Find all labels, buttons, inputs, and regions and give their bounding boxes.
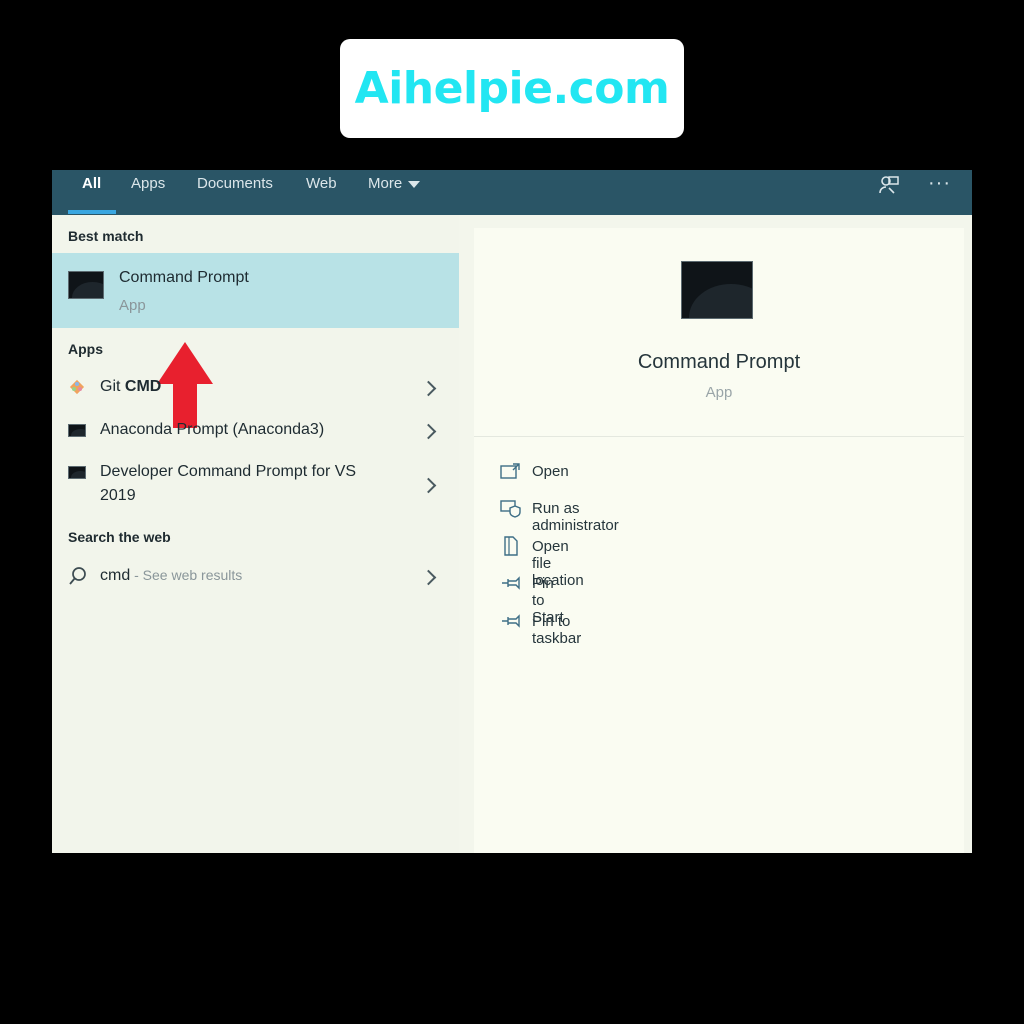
tab-more-label: More — [368, 175, 403, 192]
apps-header: Apps — [68, 341, 103, 357]
pin-icon — [502, 576, 520, 590]
tab-more[interactable]: More — [368, 170, 421, 215]
tab-web[interactable]: Web — [306, 170, 337, 215]
preview-subtitle: App — [705, 384, 733, 401]
pin-icon — [502, 614, 520, 628]
web-query-label: cmd - See web results — [100, 567, 242, 585]
git-cmd-label-bold: CMD — [124, 378, 162, 395]
active-tab-indicator — [68, 210, 116, 214]
more-options-icon[interactable]: ··· — [928, 172, 951, 195]
tab-documents-label: Documents — [197, 175, 273, 192]
caret-down-icon — [408, 180, 421, 188]
best-match-header: Best match — [68, 228, 144, 244]
tab-all[interactable]: All — [82, 170, 101, 215]
git-icon — [69, 379, 85, 395]
terminal-icon — [68, 466, 86, 479]
admin-shield-icon — [500, 500, 521, 518]
tab-apps[interactable]: Apps — [131, 170, 165, 215]
developer-prompt-label-line2: 2019 — [100, 487, 136, 504]
red-arrow-annotation — [157, 342, 213, 428]
search-web-header: Search the web — [68, 529, 171, 545]
git-cmd-label-plain: Git — [100, 378, 125, 395]
feedback-icon[interactable] — [878, 174, 900, 201]
best-match-subtitle: App — [119, 297, 146, 314]
web-results-hint: - See web results — [130, 567, 243, 583]
tab-apps-label: Apps — [131, 175, 166, 192]
action-pin-to-taskbar-label: Pin to taskbar — [532, 613, 582, 647]
tab-web-label: Web — [306, 175, 337, 192]
watermark-text: Aihelpie.com — [354, 63, 670, 114]
best-match-title: Command Prompt — [119, 269, 249, 286]
anaconda-prompt-label: Anaconda Prompt (Anaconda3) — [100, 421, 325, 438]
results-pane: Best match Command Prompt App Apps Git C… — [52, 215, 459, 853]
chevron-right-icon — [420, 423, 437, 440]
git-cmd-label: Git CMD — [100, 378, 161, 396]
web-query-text: cmd — [100, 567, 131, 584]
chevron-right-icon — [420, 380, 437, 397]
chevron-right-icon — [420, 477, 437, 494]
developer-prompt-label-line1: Developer Command Prompt for VS — [100, 463, 357, 480]
tab-all-label: All — [82, 175, 102, 192]
preview-title: Command Prompt — [637, 351, 801, 373]
search-tab-bar: All Apps Documents Web More ··· — [52, 170, 972, 215]
command-prompt-large-icon — [681, 261, 753, 319]
chevron-right-icon — [420, 569, 437, 586]
file-location-icon — [504, 536, 518, 556]
tab-documents[interactable]: Documents — [197, 170, 273, 215]
command-prompt-icon — [68, 271, 104, 299]
search-window: All Apps Documents Web More ··· Best mat… — [52, 170, 972, 853]
action-run-as-administrator-label: Run as administrator — [532, 500, 619, 534]
anaconda-prompt-icon — [68, 424, 86, 437]
action-open-label: Open — [532, 463, 569, 480]
open-icon — [500, 463, 520, 479]
preview-divider — [474, 436, 964, 437]
preview-pane: Command Prompt App Open Run as administr… — [474, 228, 964, 853]
best-match-result[interactable]: Command Prompt App — [52, 253, 459, 328]
search-icon — [69, 567, 86, 585]
watermark-banner: Aihelpie.com — [340, 39, 684, 138]
